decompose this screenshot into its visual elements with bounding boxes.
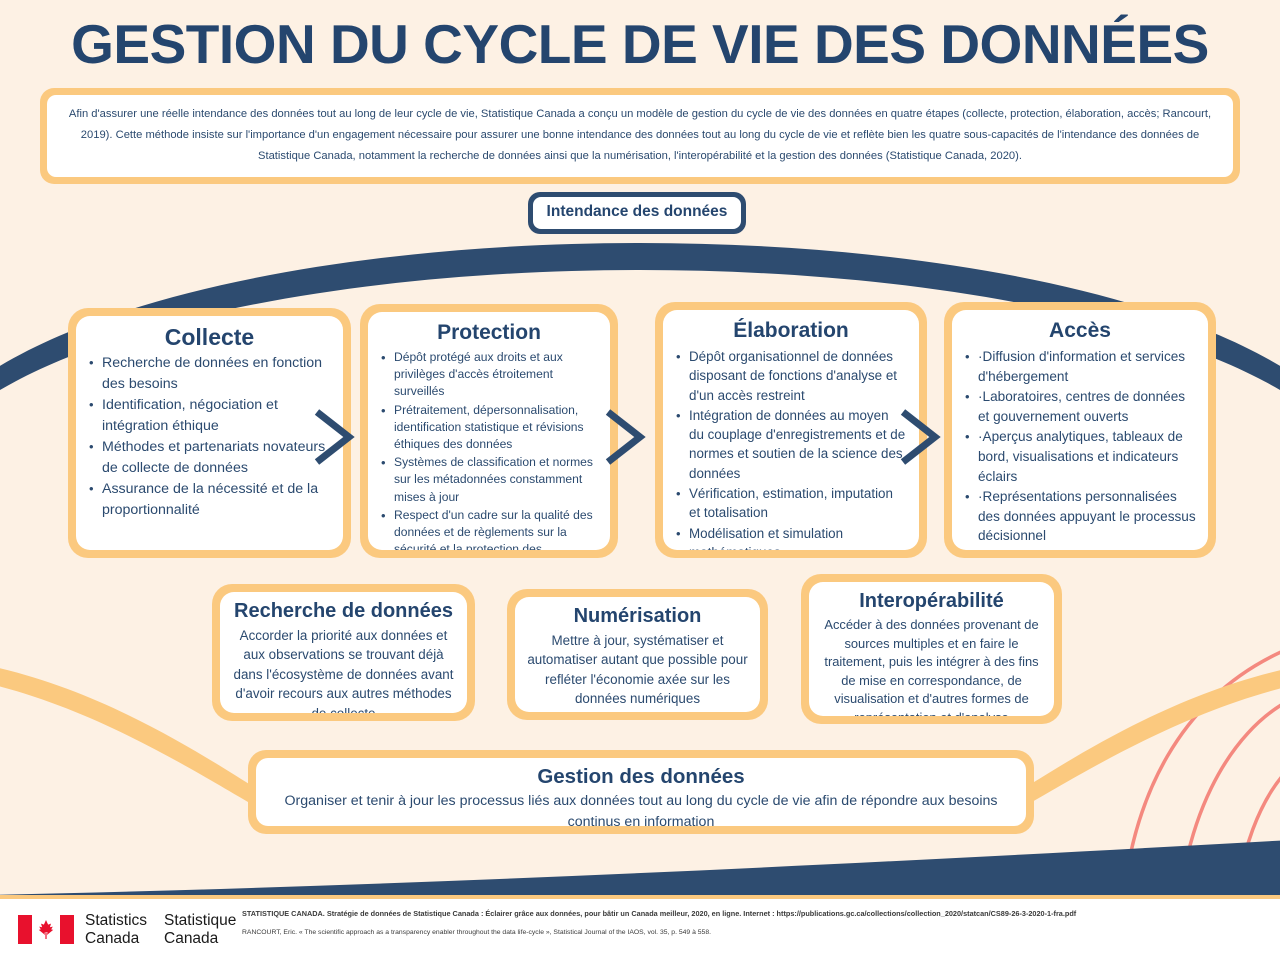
- management-card: Gestion des données Organiser et tenir à…: [248, 750, 1034, 834]
- management-text: Organiser et tenir à jour les processus …: [284, 793, 998, 826]
- list-item: Identification, négociation et intégrati…: [89, 395, 331, 436]
- intro-text: Afin d'assurer une réelle intendance des…: [47, 95, 1233, 177]
- wordmark-fr-line2: Canada: [164, 929, 219, 947]
- sub-text-recherche: Accorder la priorité aux données et aux …: [233, 628, 454, 713]
- list-item: ·Aperçus analytiques, tableaux de bord, …: [965, 427, 1196, 486]
- stage-bullets-collecte: Recherche de données en fonction des bes…: [86, 353, 333, 520]
- sub-card-recherche-de-donnees: Recherche de données Accorder la priorit…: [212, 584, 475, 721]
- wordmark-french: Statistique Canada: [164, 912, 236, 947]
- stage-card-acces: Accès ·Diffusion d'information et servic…: [944, 302, 1216, 558]
- references: STATISTIQUE CANADA. Stratégie de données…: [242, 908, 1272, 938]
- stewardship-badge: Intendance des données: [528, 192, 746, 234]
- sub-card-interoperabilite: Interopérabilité Accéder à des données p…: [801, 574, 1062, 724]
- list-item: Prétraitement, dépersonnalisation, ident…: [381, 402, 598, 454]
- reference-rancourt: RANCOURT, Eric. « The scientific approac…: [242, 929, 711, 936]
- chevron-right-icon-1: [314, 409, 355, 465]
- stage-card-protection: Protection Dépôt protégé aux droits et a…: [360, 304, 618, 558]
- list-item: Respect d'un cadre sur la qualité des do…: [381, 507, 598, 550]
- page-title: GESTION DU CYCLE DE VIE DES DONNÉES: [71, 13, 1209, 75]
- stage-title-elaboration: Élaboration: [733, 319, 849, 342]
- reference-statcan: STATISTIQUE CANADA. Stratégie de données…: [242, 909, 1077, 918]
- stewardship-label: Intendance des données: [533, 197, 741, 229]
- sub-title-recherche: Recherche de données: [234, 600, 453, 622]
- wordmark-en-line2: Canada: [85, 929, 140, 947]
- stage-bullets-protection: Dépôt protégé aux droits et aux privilèg…: [378, 349, 600, 550]
- canada-flag-icon: [18, 915, 74, 944]
- list-item: Systèmes de classification et normes sur…: [381, 454, 598, 506]
- chevron-right-icon-2: [605, 409, 646, 465]
- poster-canvas: GESTION DU CYCLE DE VIE DES DONNÉES Afin…: [0, 0, 1280, 960]
- wordmark-fr-line1: Statistique: [164, 912, 237, 929]
- stage-title-acces: Accès: [1049, 319, 1111, 342]
- management-title: Gestion des données: [537, 765, 745, 788]
- stage-title-protection: Protection: [437, 321, 541, 344]
- stage-bullets-elaboration: Dépôt organisationnel de données disposa…: [673, 347, 909, 550]
- intro-banner: Afin d'assurer une réelle intendance des…: [40, 88, 1240, 184]
- sub-text-interoperabilite: Accéder à des données provenant de sourc…: [824, 617, 1039, 716]
- list-item: Méthodes et partenariats novateurs de co…: [89, 437, 331, 478]
- list-item: ·Laboratoires, centres de données et gou…: [965, 387, 1196, 426]
- list-item: Dépôt protégé aux droits et aux privilèg…: [381, 349, 598, 401]
- list-item: ·Représentations personnalisées des donn…: [965, 487, 1196, 546]
- list-item: Intégration de données au moyen du coupl…: [676, 406, 907, 483]
- sub-text-numerisation: Mettre à jour, systématiser et automatis…: [527, 633, 748, 707]
- wordmark-english: Statistics Canada: [85, 912, 147, 947]
- stage-card-collecte: Collecte Recherche de données en fonctio…: [68, 308, 351, 558]
- stage-card-elaboration: Élaboration Dépôt organisationnel de don…: [655, 302, 927, 558]
- sub-title-numerisation: Numérisation: [573, 605, 702, 627]
- wordmark-en-line1: Statistics: [85, 912, 148, 929]
- list-item: Assurance de la nécessité et de la propo…: [89, 479, 331, 520]
- chevron-right-icon-3: [900, 409, 941, 465]
- list-item: Modélisation et simulation mathématiques: [676, 524, 907, 550]
- list-item: Vérification, estimation, imputation et …: [676, 484, 907, 523]
- list-item: Dépôt organisationnel de données disposa…: [676, 347, 907, 405]
- stage-title-collecte: Collecte: [164, 324, 255, 350]
- list-item: Recherche de données en fonction des bes…: [89, 353, 331, 394]
- sub-card-numerisation: Numérisation Mettre à jour, systématiser…: [507, 589, 768, 720]
- sub-title-interoperabilite: Interopérabilité: [859, 590, 1004, 612]
- list-item: ·Diffusion d'information et services d'h…: [965, 347, 1196, 386]
- stage-bullets-acces: ·Diffusion d'information et services d'h…: [962, 347, 1198, 546]
